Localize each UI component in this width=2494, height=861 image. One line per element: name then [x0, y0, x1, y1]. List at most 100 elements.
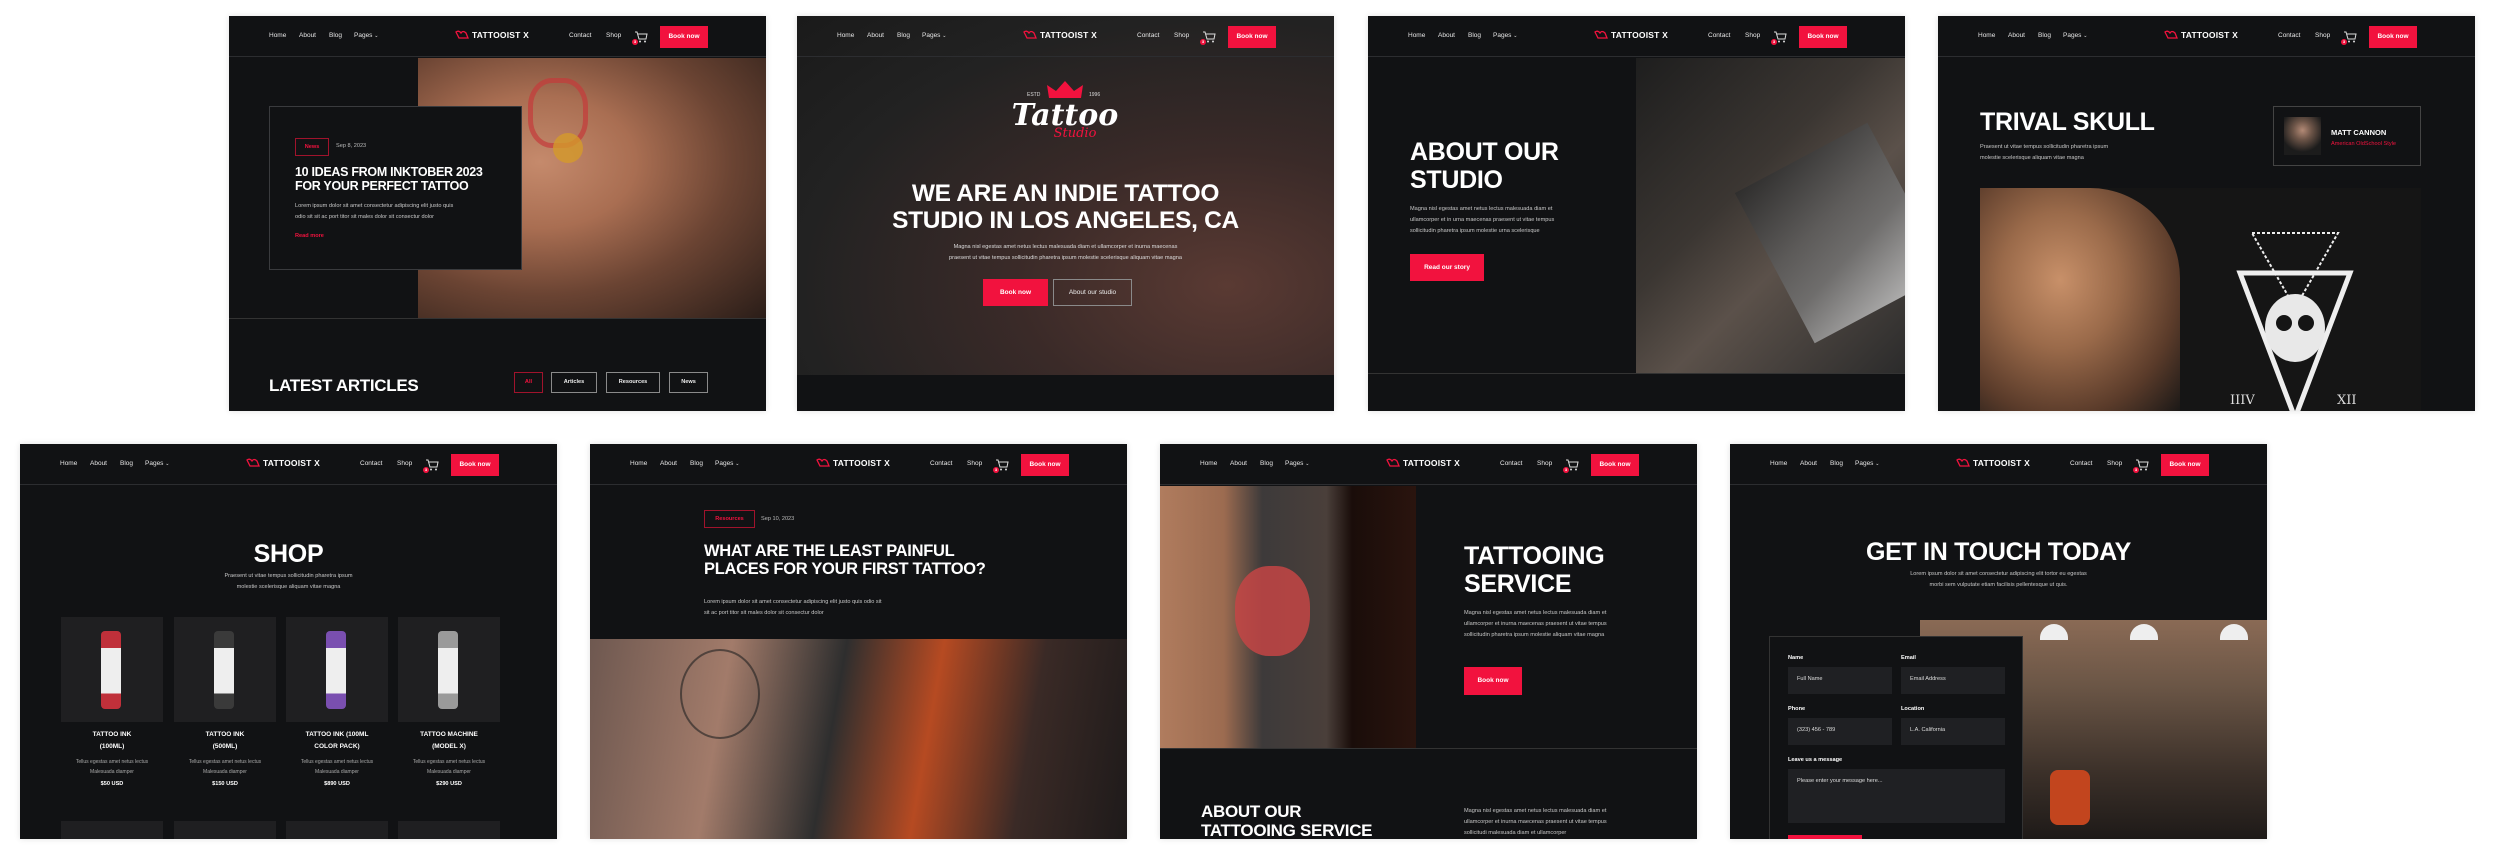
nav-pages[interactable]: Pages ⌄	[354, 32, 378, 39]
post-category-tag[interactable]: Resources	[704, 510, 755, 528]
nav-contact[interactable]: Contact	[360, 460, 382, 467]
site-logo[interactable]: TATTOOIST X	[1386, 458, 1460, 468]
nav-pages[interactable]: Pages ⌄	[1855, 460, 1879, 467]
read-our-story-button[interactable]: Read our story	[1410, 254, 1484, 281]
nav-about[interactable]: About	[2008, 32, 2025, 39]
filter-articles[interactable]: Articles	[551, 372, 597, 393]
nav-contact[interactable]: Contact	[1500, 460, 1522, 467]
nav-contact[interactable]: Contact	[930, 460, 952, 467]
filter-all[interactable]: All	[514, 372, 543, 393]
service-book-now-button[interactable]: Book now	[1464, 667, 1522, 695]
skull-artwork	[2236, 232, 2354, 411]
nav-home[interactable]: Home	[60, 460, 77, 467]
nav-blog[interactable]: Blog	[897, 32, 910, 39]
nav-blog[interactable]: Blog	[2038, 32, 2051, 39]
book-now-button[interactable]: Book now	[1799, 26, 1847, 48]
hero-text: Magna nisl egestas amet netus lectus mal…	[949, 244, 1182, 261]
filter-resources[interactable]: Resources	[606, 372, 660, 393]
book-now-button[interactable]: Book now	[2369, 26, 2417, 48]
nav-shop[interactable]: Shop	[2315, 32, 2330, 39]
read-more-link[interactable]: Read more	[295, 233, 324, 239]
nav-home[interactable]: Home	[1200, 460, 1217, 467]
nav-pages[interactable]: Pages ⌄	[145, 460, 169, 467]
nav-pages[interactable]: Pages ⌄	[1493, 32, 1517, 39]
product-card[interactable]: TATTOO MACHINE (MODEL X) Tellus egestas a…	[398, 617, 500, 797]
email-input[interactable]: Email Address	[1901, 667, 2005, 694]
about-studio-button[interactable]: About our studio	[1053, 279, 1132, 306]
product-card[interactable]	[398, 821, 500, 839]
site-logo[interactable]: TATTOOIST X	[1023, 30, 1097, 40]
book-now-button[interactable]: Book now	[2161, 454, 2209, 476]
nav-shop[interactable]: Shop	[1174, 32, 1189, 39]
submit-button[interactable]	[1788, 835, 1862, 839]
service-section-title: ABOUT OUR TATTOOING SERVICE	[1201, 802, 1373, 839]
nav-about[interactable]: About	[90, 460, 107, 467]
product-card[interactable]: TATTOO INK (500ML) Tellus egestas amet ne…	[174, 617, 276, 797]
nav-pages[interactable]: Pages ⌄	[1285, 460, 1309, 467]
book-now-button[interactable]: Book now	[1021, 454, 1069, 476]
product-card[interactable]: TATTOO INK (100ML COLOR PACK) Tellus eges…	[286, 617, 388, 797]
nav-blog[interactable]: Blog	[1830, 460, 1843, 467]
nav-contact[interactable]: Contact	[2278, 32, 2300, 39]
nav-home[interactable]: Home	[837, 32, 854, 39]
phone-input[interactable]: (323) 456 - 789	[1788, 718, 1892, 745]
nav-blog[interactable]: Blog	[690, 460, 703, 467]
nav-blog[interactable]: Blog	[329, 32, 342, 39]
nav-home[interactable]: Home	[630, 460, 647, 467]
nav-pages[interactable]: Pages ⌄	[922, 32, 946, 39]
nav-shop[interactable]: Shop	[1537, 460, 1552, 467]
site-logo[interactable]: TATTOOIST X	[1956, 458, 2030, 468]
featured-post-title[interactable]: 10 IDEAS FROM INKTOBER 2023 FOR YOUR PERF…	[295, 165, 483, 193]
nav-home[interactable]: Home	[1978, 32, 1995, 39]
product-card[interactable]	[61, 821, 163, 839]
nav-about[interactable]: About	[1438, 32, 1455, 39]
nav-home[interactable]: Home	[269, 32, 286, 39]
nav-blog[interactable]: Blog	[1260, 460, 1273, 467]
hero-book-now-button[interactable]: Book now	[983, 279, 1048, 306]
nav-blog[interactable]: Blog	[120, 460, 133, 467]
nav-contact[interactable]: Contact	[1137, 32, 1159, 39]
nav-shop[interactable]: Shop	[2107, 460, 2122, 467]
hero-title: WE ARE AN INDIE TATTOO STUDIO IN LOS ANGE…	[892, 180, 1239, 235]
site-logo[interactable]: TATTOOIST X	[246, 458, 320, 468]
nav-home[interactable]: Home	[1770, 460, 1787, 467]
nav-home[interactable]: Home	[1408, 32, 1425, 39]
nav-shop[interactable]: Shop	[606, 32, 621, 39]
product-name: TATTOO INK (100ML COLOR PACK)	[305, 731, 369, 750]
book-now-button[interactable]: Book now	[451, 454, 499, 476]
nav-contact[interactable]: Contact	[2070, 460, 2092, 467]
site-logo[interactable]: TATTOOIST X	[816, 458, 890, 468]
artist-avatar	[2284, 117, 2321, 155]
portfolio-page-preview: Home About Blog Pages ⌄ TATTOOIST X Cont…	[1938, 16, 2475, 411]
nav-pages[interactable]: Pages ⌄	[715, 460, 739, 467]
service-page-preview: Home About Blog Pages ⌄ TATTOOIST X Cont…	[1160, 444, 1697, 839]
nav-about[interactable]: About	[1800, 460, 1817, 467]
artist-card[interactable]: MATT CANNON American OldSchool Style	[2273, 106, 2421, 166]
nav-pages[interactable]: Pages ⌄	[2063, 32, 2087, 39]
book-now-button[interactable]: Book now	[1591, 454, 1639, 476]
location-input[interactable]: L.A. California	[1901, 718, 2005, 745]
book-now-button[interactable]: Book now	[1228, 26, 1276, 48]
nav-blog[interactable]: Blog	[1468, 32, 1481, 39]
nav-about[interactable]: About	[867, 32, 884, 39]
site-logo[interactable]: TATTOOIST X	[1594, 30, 1668, 40]
product-card[interactable]: TATTOO INK (100ML) Tellus egestas amet ne…	[61, 617, 163, 797]
nav-shop[interactable]: Shop	[397, 460, 412, 467]
name-input[interactable]: Full Name	[1788, 667, 1892, 694]
nav-about[interactable]: About	[1230, 460, 1247, 467]
post-category-tag[interactable]: News	[295, 138, 329, 156]
nav-contact[interactable]: Contact	[569, 32, 591, 39]
filter-news[interactable]: News	[669, 372, 708, 393]
nav-contact[interactable]: Contact	[1708, 32, 1730, 39]
site-logo[interactable]: TATTOOIST X	[2164, 30, 2238, 40]
nav-shop[interactable]: Shop	[1745, 32, 1760, 39]
sleeve-tattoo-image	[1160, 486, 1416, 748]
product-card[interactable]	[286, 821, 388, 839]
nav-about[interactable]: About	[299, 32, 316, 39]
book-now-button[interactable]: Book now	[660, 26, 708, 48]
message-textarea[interactable]: Please enter your message here...	[1788, 769, 2005, 823]
site-logo[interactable]: TATTOOIST X	[455, 30, 529, 40]
nav-about[interactable]: About	[660, 460, 677, 467]
nav-shop[interactable]: Shop	[967, 460, 982, 467]
product-card[interactable]	[174, 821, 276, 839]
